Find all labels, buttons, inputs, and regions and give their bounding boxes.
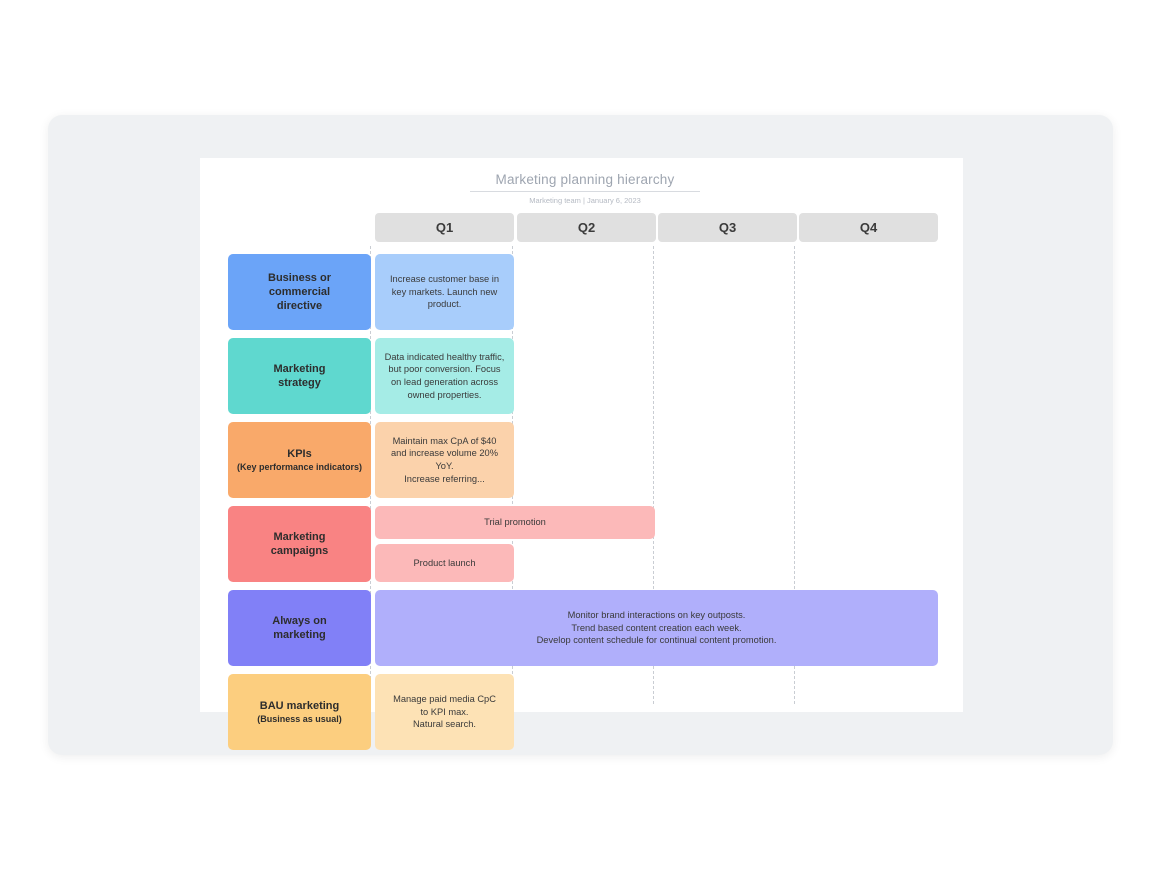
cell-campaign-trial-promotion[interactable]: Trial promotion: [375, 506, 655, 539]
column-header-q1[interactable]: Q1: [375, 213, 514, 242]
row-label-sublabel: (Business as usual): [257, 714, 342, 724]
row-label-kpis[interactable]: KPIs (Key performance indicators): [228, 422, 371, 498]
row-label-text: Business or commercial directive: [268, 272, 331, 312]
page-title: Marketing planning hierarchy: [470, 172, 700, 192]
row-label-marketing-campaigns[interactable]: Marketing campaigns: [228, 506, 371, 582]
cell-bau-marketing-q1[interactable]: Manage paid media CpC to KPI max. Natura…: [375, 674, 514, 750]
cell-campaign-product-launch[interactable]: Product launch: [375, 544, 514, 582]
document-canvas: Marketing planning hierarchy Marketing t…: [200, 158, 963, 750]
title-block: Marketing planning hierarchy Marketing t…: [470, 172, 700, 205]
row-label-text: Marketing strategy: [273, 363, 326, 389]
cell-business-directive-q1[interactable]: Increase customer base in key markets. L…: [375, 254, 514, 330]
row-label-sublabel: (Key performance indicators): [236, 462, 363, 472]
row-label-marketing-strategy[interactable]: Marketing strategy: [228, 338, 371, 414]
cell-marketing-strategy-q1[interactable]: Data indicated healthy traffic, but poor…: [375, 338, 514, 414]
column-header-q3[interactable]: Q3: [658, 213, 797, 242]
column-header-q2[interactable]: Q2: [517, 213, 656, 242]
row-label-text: BAU marketing: [259, 700, 340, 712]
page-subtitle: Marketing team | January 6, 2023: [529, 196, 641, 205]
column-header-q4[interactable]: Q4: [799, 213, 938, 242]
row-label-text: Marketing campaigns: [270, 531, 329, 557]
app-window-frame: Marketing planning hierarchy Marketing t…: [48, 115, 1113, 755]
row-label-text: KPIs: [287, 448, 312, 460]
row-label-always-on-marketing[interactable]: Always on marketing: [228, 590, 371, 666]
row-label-bau-marketing[interactable]: BAU marketing (Business as usual): [228, 674, 371, 750]
cell-always-on-all-quarters[interactable]: Monitor brand interactions on key outpos…: [375, 590, 938, 666]
cell-kpis-q1[interactable]: Maintain max CpA of $40 and increase vol…: [375, 422, 514, 498]
row-label-business-directive[interactable]: Business or commercial directive: [228, 254, 371, 330]
row-label-text: Always on marketing: [272, 615, 327, 641]
